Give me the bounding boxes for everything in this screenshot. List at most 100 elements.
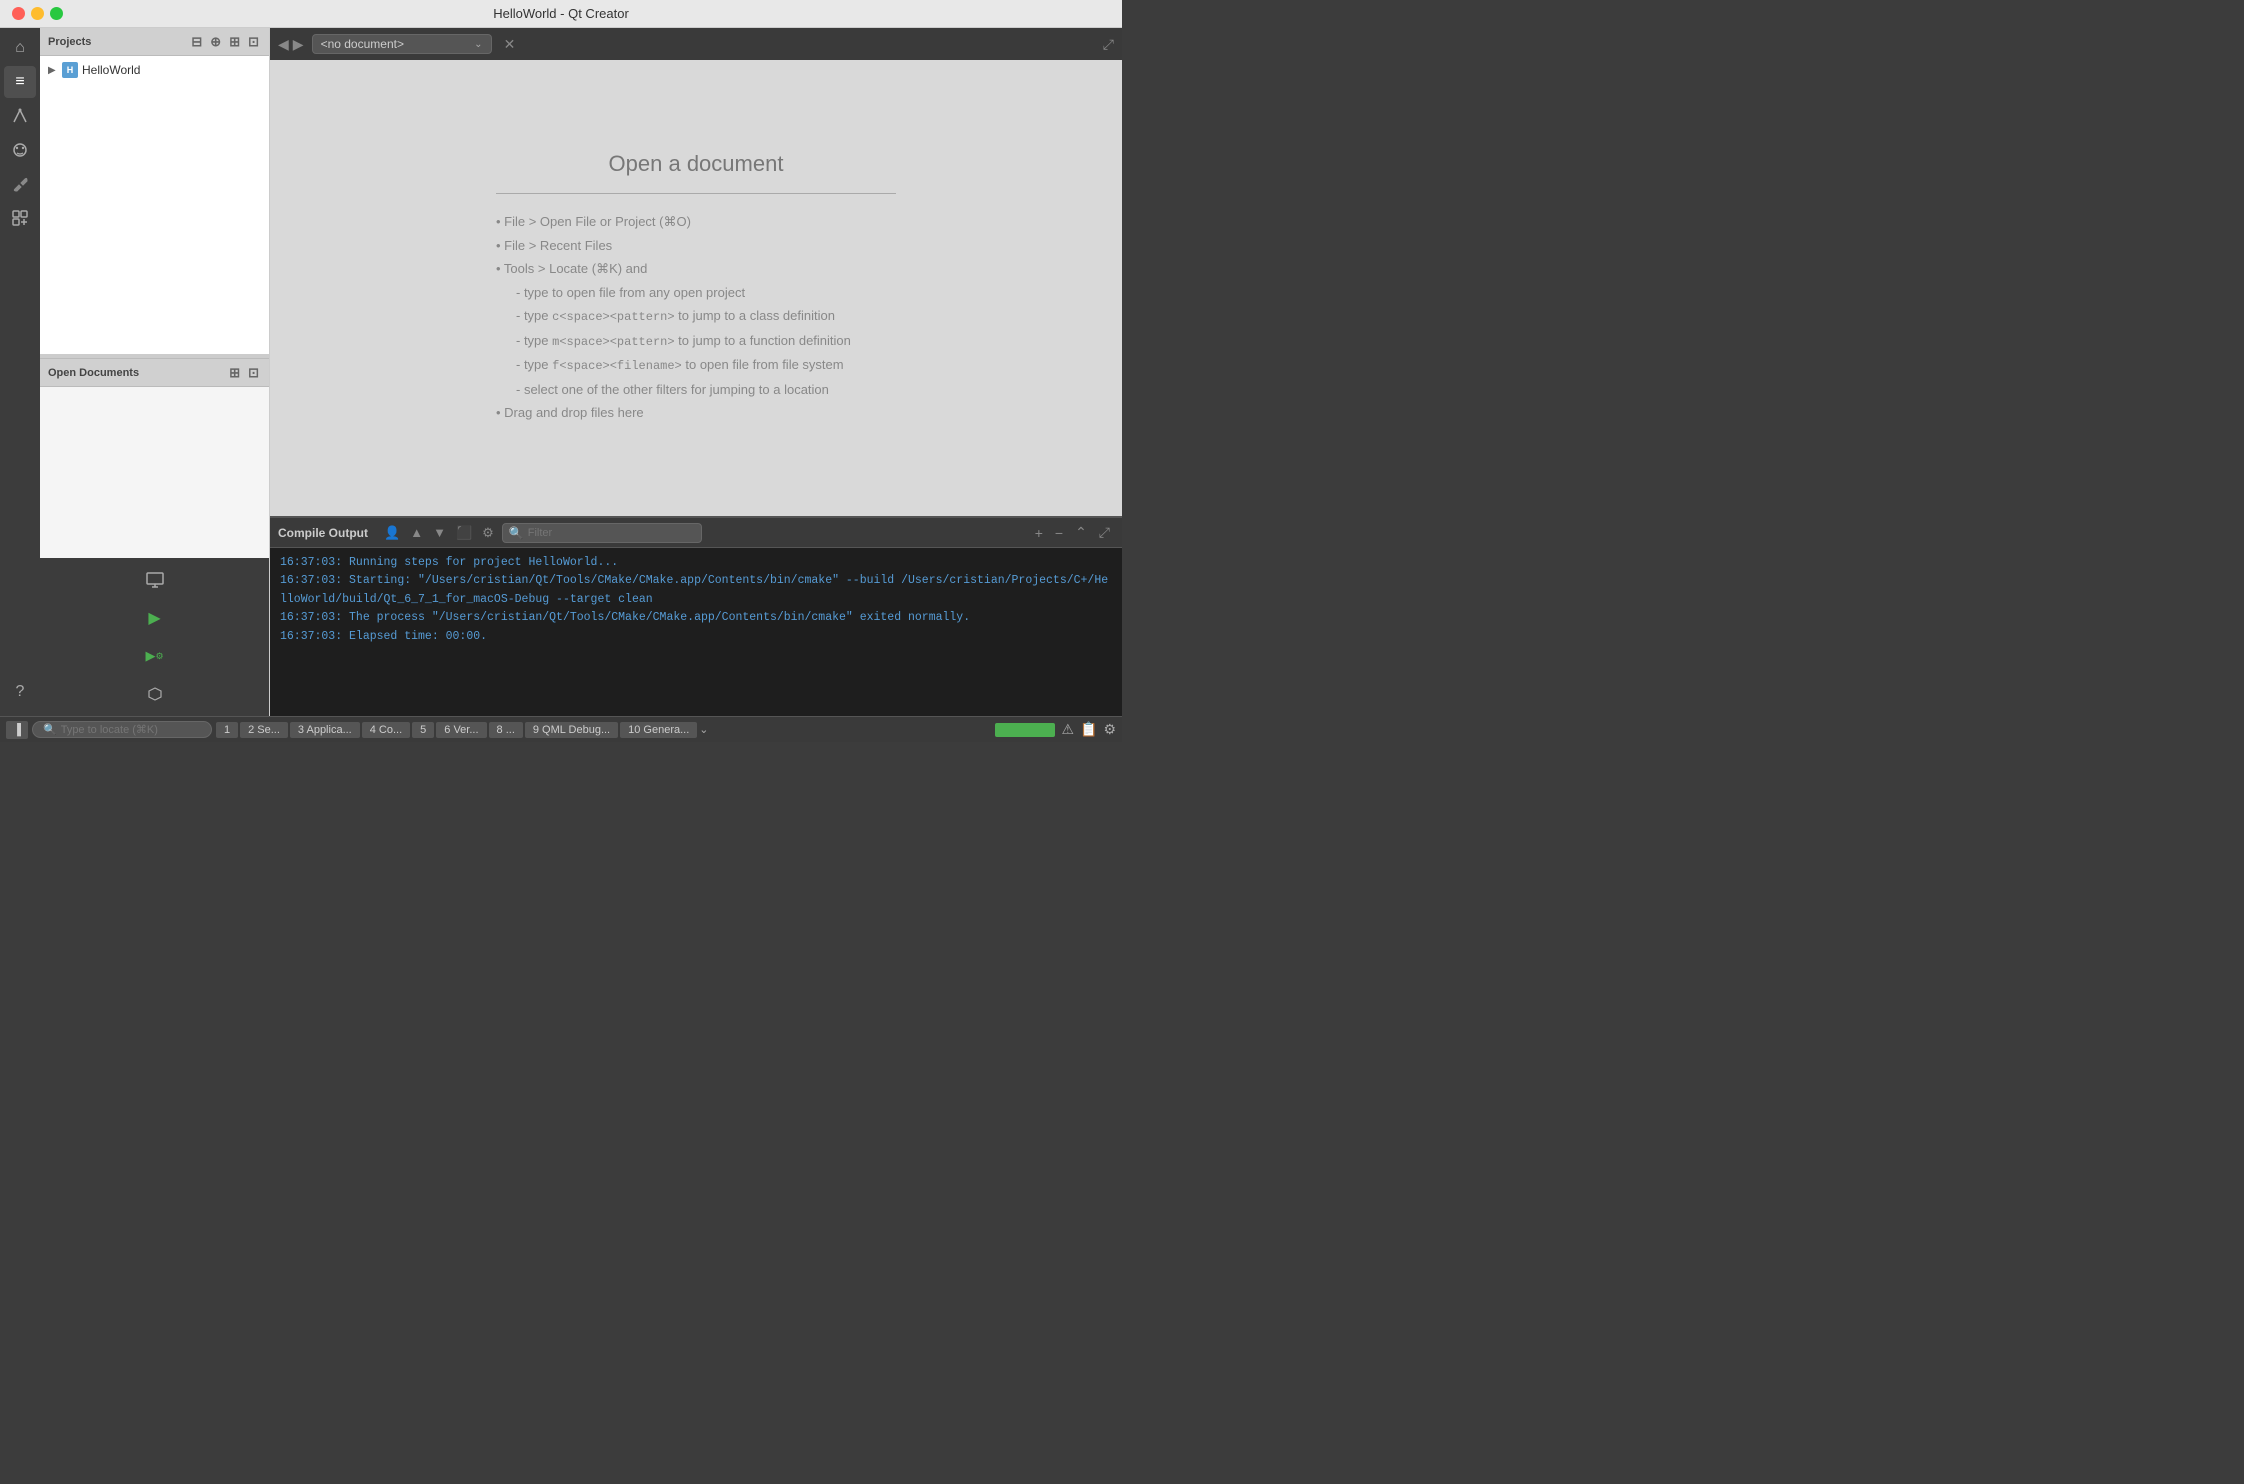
project-icon: H <box>62 62 78 78</box>
compile-line-2: 16:37:03: Starting: "/Users/cristian/Qt/… <box>280 572 1112 609</box>
window-controls[interactable] <box>12 7 63 20</box>
compile-person-icon[interactable]: 👤 <box>382 523 402 543</box>
open-doc-title: Open a document <box>496 151 896 177</box>
window-title: HelloWorld - Qt Creator <box>493 6 629 21</box>
locate-search[interactable]: 🔍 <box>32 721 212 738</box>
editor-content: Open a document • File > Open File or Pr… <box>270 60 1122 516</box>
projects-header-icons: ⊟ ⊕ ⊞ ⊡ <box>189 33 261 51</box>
sidebar-run-area: ▶ ▶⚙ <box>40 558 269 716</box>
nav-back[interactable]: ◀ <box>278 36 289 53</box>
open-docs-collapse-icon[interactable]: ⊡ <box>246 364 261 382</box>
instruction-line-3: • Tools > Locate (⌘K) and <box>496 257 896 280</box>
compile-title: Compile Output <box>278 526 368 540</box>
activity-icon-design[interactable] <box>4 100 36 132</box>
compile-line-3: 16:37:03: The process "/Users/cristian/Q… <box>280 609 1112 627</box>
minimize-button[interactable] <box>31 7 44 20</box>
statusbar-left: ▐ 🔍 <box>6 721 212 739</box>
open-docs-header-icons: ⊞ ⊡ <box>227 364 261 382</box>
nav-arrows: ◀ ▶ <box>278 36 304 53</box>
split-icon[interactable]: ⊞ <box>227 33 242 51</box>
build-status-bar <box>995 723 1055 737</box>
compile-stop-icon[interactable]: ⬛ <box>454 523 474 543</box>
instruction-sub-3: - type m<space><pattern> to jump to a fu… <box>516 329 896 354</box>
editor-toolbar: ◀ ▶ <no document> ⌄ ✕ ⤢ <box>270 28 1122 60</box>
instruction-sub-2: - type c<space><pattern> to jump to a cl… <box>516 304 896 329</box>
open-docs-panel: Open Documents ⊞ ⊡ <box>40 358 269 558</box>
compile-up-icon[interactable]: ▲ <box>408 523 425 542</box>
project-item-helloworld[interactable]: ▶ H HelloWorld <box>40 60 269 80</box>
instruction-line-4: • Drag and drop files here <box>496 401 896 424</box>
activity-icon-home[interactable]: ⌂ <box>4 32 36 64</box>
status-tab-2[interactable]: 2 Se... <box>240 722 288 738</box>
compile-down-icon[interactable]: ▼ <box>431 523 448 542</box>
status-tab-10[interactable]: 10 Genera... <box>620 722 697 738</box>
status-tab-6[interactable]: 6 Ver... <box>436 722 486 738</box>
compile-gear-icon[interactable]: ⚙ <box>480 523 496 543</box>
instruction-line-1: • File > Open File or Project (⌘O) <box>496 210 896 233</box>
status-tab-more-icon[interactable]: ⌄ <box>699 723 708 736</box>
projects-content: ▶ H HelloWorld <box>40 56 269 354</box>
activity-icon-tools[interactable] <box>4 168 36 200</box>
open-docs-split-icon[interactable]: ⊞ <box>227 364 242 382</box>
run-debug-icon[interactable]: ▶⚙ <box>139 640 171 672</box>
filter-input[interactable] <box>528 527 695 539</box>
compile-collapse-icon[interactable]: ⌃ <box>1071 522 1091 543</box>
activity-icon-debug[interactable] <box>4 134 36 166</box>
kit-icon[interactable] <box>139 678 171 710</box>
filter-icon[interactable]: ⊟ <box>189 33 204 51</box>
status-tab-4[interactable]: 4 Co... <box>362 722 410 738</box>
locate-search-icon: 🔍 <box>43 723 57 736</box>
projects-panel: Projects ⊟ ⊕ ⊞ ⊡ ▶ H HelloWorld <box>40 28 269 354</box>
instruction-sub-4: - type f<space><filename> to open file f… <box>516 353 896 378</box>
statusbar: ▐ 🔍 1 2 Se... 3 Applica... 4 Co... 5 6 V… <box>0 716 1122 742</box>
activity-icon-help[interactable]: ? <box>4 676 36 708</box>
filter-search-icon: 🔍 <box>509 526 524 540</box>
run-icon[interactable]: ▶ <box>139 602 171 634</box>
tree-arrow: ▶ <box>48 65 58 76</box>
status-tab-9[interactable]: 9 QML Debug... <box>525 722 618 738</box>
activity-icon-extensions[interactable] <box>4 202 36 234</box>
doc-close-button[interactable]: ✕ <box>504 36 516 53</box>
status-settings-icon[interactable]: ⚙ <box>1103 721 1116 738</box>
toolbar-expand-icon[interactable]: ⤢ <box>1103 36 1114 53</box>
doc-selector-text: <no document> <box>321 37 469 51</box>
status-tab-5[interactable]: 5 <box>412 722 434 738</box>
compile-expand-icon[interactable]: ⤢ <box>1095 522 1114 543</box>
status-log-icon[interactable]: 📋 <box>1080 721 1097 738</box>
open-docs-label: Open Documents <box>48 367 221 379</box>
link-icon[interactable]: ⊕ <box>208 33 223 51</box>
status-tab-1[interactable]: 1 <box>216 722 238 738</box>
sidebar-toggle-button[interactable]: ▐ <box>6 721 28 739</box>
activity-bar: ⌂ ≡ ? <box>0 28 40 716</box>
compile-panel: Compile Output 👤 ▲ ▼ ⬛ ⚙ 🔍 + − <box>270 516 1122 716</box>
status-tab-3[interactable]: 3 Applica... <box>290 722 360 738</box>
open-doc-prompt: Open a document • File > Open File or Pr… <box>496 151 896 424</box>
status-tabs: 1 2 Se... 3 Applica... 4 Co... 5 6 Ver..… <box>216 722 991 738</box>
instruction-sub-5: - select one of the other filters for ju… <box>516 378 896 401</box>
doc-selector-arrow-icon: ⌄ <box>474 39 482 50</box>
document-selector[interactable]: <no document> ⌄ <box>312 34 492 54</box>
titlebar: HelloWorld - Qt Creator <box>0 0 1122 28</box>
maximize-button[interactable] <box>50 7 63 20</box>
projects-header: Projects ⊟ ⊕ ⊞ ⊡ <box>40 28 269 56</box>
activity-icon-editor[interactable]: ≡ <box>4 66 36 98</box>
instruction-sub-1: - type to open file from any open projec… <box>516 281 896 304</box>
compile-right-btns: + − ⌃ ⤢ <box>1031 522 1114 543</box>
close-button[interactable] <box>12 7 25 20</box>
compile-line-1: 16:37:03: Running steps for project Hell… <box>280 554 1112 572</box>
project-name: HelloWorld <box>82 63 140 77</box>
collapse-icon[interactable]: ⊡ <box>246 33 261 51</box>
projects-label: Projects <box>48 36 183 48</box>
status-tab-8[interactable]: 8 ... <box>489 722 523 738</box>
status-warning-icon[interactable]: ⚠ <box>1061 721 1074 738</box>
compile-output-content: 16:37:03: Running steps for project Hell… <box>270 548 1122 716</box>
compile-add-icon[interactable]: + <box>1031 523 1047 543</box>
open-docs-content <box>40 387 269 558</box>
instruction-line-2: • File > Recent Files <box>496 234 896 257</box>
nav-forward[interactable]: ▶ <box>293 36 304 53</box>
compile-minus-icon[interactable]: − <box>1051 523 1067 543</box>
compile-header: Compile Output 👤 ▲ ▼ ⬛ ⚙ 🔍 + − <box>270 518 1122 548</box>
locate-input[interactable] <box>61 724 191 736</box>
monitor-icon[interactable] <box>139 564 171 596</box>
filter-input-wrap: 🔍 <box>502 523 702 543</box>
